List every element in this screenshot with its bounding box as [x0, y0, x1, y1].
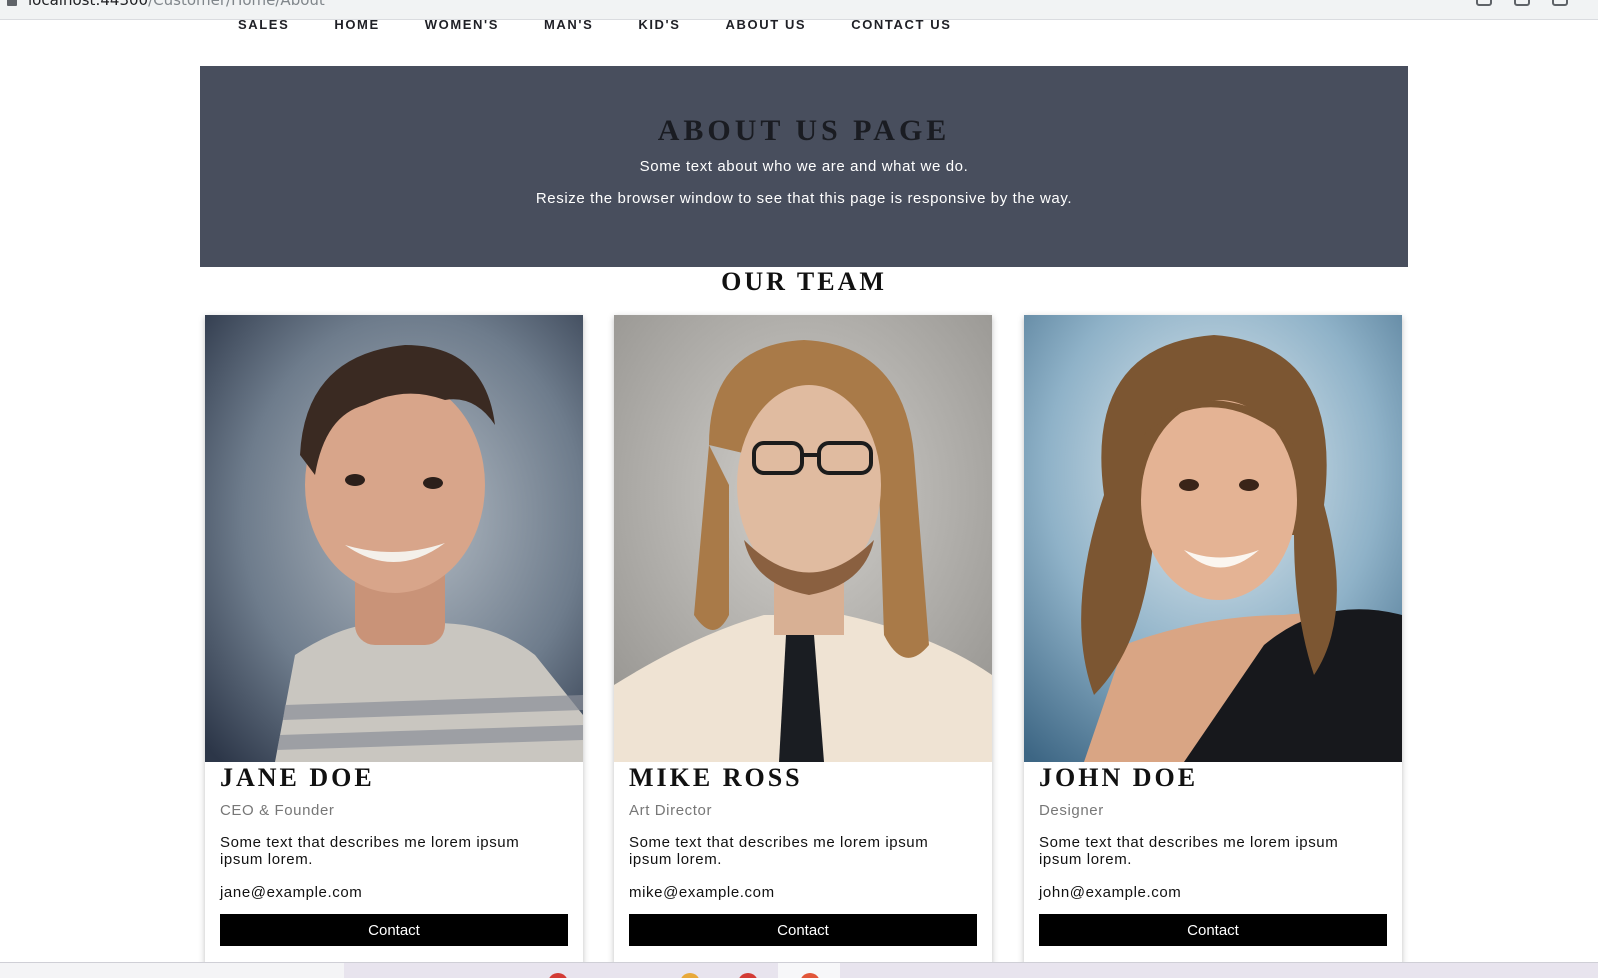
- team-card: JOHN DOE Designer Some text that describ…: [1024, 315, 1402, 965]
- hero-text-intro: Some text about who we are and what we d…: [639, 158, 969, 175]
- translate-icon[interactable]: [1476, 0, 1492, 6]
- address-url[interactable]: localhost:44300/Customer/Home/About: [28, 0, 325, 9]
- team-member-role: CEO & Founder: [220, 802, 335, 819]
- nav-item-home[interactable]: HOME: [334, 17, 379, 32]
- team-member-role: Art Director: [629, 802, 713, 819]
- hero-text-responsive: Resize the browser window to see that th…: [535, 190, 1073, 207]
- team-member-description: Some text that describes me lorem ipsum …: [220, 834, 520, 868]
- team-member-name: MIKE ROSS: [629, 763, 803, 792]
- main-nav: SALES HOME WOMEN'S MAN'S KID'S ABOUT US …: [238, 17, 996, 32]
- taskbar-app-icon[interactable]: [738, 973, 758, 978]
- taskbar-app-icon[interactable]: [680, 973, 700, 978]
- url-host: localhost:44300: [28, 0, 149, 9]
- nav-item-mans[interactable]: MAN'S: [544, 17, 593, 32]
- about-hero: ABOUT US PAGE Some text about who we are…: [200, 66, 1408, 267]
- zoom-icon[interactable]: [1514, 0, 1530, 6]
- contact-button[interactable]: Contact: [629, 914, 977, 946]
- nav-item-contact-us[interactable]: CONTACT US: [851, 17, 951, 32]
- share-icon[interactable]: [1552, 0, 1568, 6]
- os-taskbar: [0, 962, 1598, 978]
- nav-item-about-us[interactable]: ABOUT US: [726, 17, 807, 32]
- contact-button[interactable]: Contact: [220, 914, 568, 946]
- team-member-email: jane@example.com: [220, 884, 363, 901]
- team-member-name: JANE DOE: [220, 763, 375, 792]
- contact-button[interactable]: Contact: [1039, 914, 1387, 946]
- taskbar-app-icon[interactable]: [548, 973, 568, 978]
- team-member-photo: [1024, 315, 1402, 762]
- page-title: ABOUT US PAGE: [657, 114, 951, 147]
- url-path: /Customer/Home/About: [148, 0, 325, 9]
- team-member-description: Some text that describes me lorem ipsum …: [629, 834, 929, 868]
- team-member-name: JOHN DOE: [1039, 763, 1199, 792]
- browser-action-icons: [1476, 0, 1568, 6]
- team-member-email: mike@example.com: [629, 884, 775, 901]
- team-card: MIKE ROSS Art Director Some text that de…: [614, 315, 992, 965]
- team-member-photo: [614, 315, 992, 762]
- team-member-description: Some text that describes me lorem ipsum …: [1039, 834, 1339, 868]
- team-member-photo: [205, 315, 583, 762]
- nav-item-sales[interactable]: SALES: [238, 17, 289, 32]
- site-info-icon[interactable]: [7, 0, 17, 6]
- team-member-role: Designer: [1039, 802, 1104, 819]
- team-member-email: john@example.com: [1039, 884, 1182, 901]
- team-heading: OUR TEAM: [721, 267, 887, 296]
- nav-item-womens[interactable]: WOMEN'S: [425, 17, 499, 32]
- team-card: JANE DOE CEO & Founder Some text that de…: [205, 315, 583, 965]
- taskbar-widgets-area[interactable]: [0, 963, 344, 978]
- nav-item-kids[interactable]: KID'S: [638, 17, 680, 32]
